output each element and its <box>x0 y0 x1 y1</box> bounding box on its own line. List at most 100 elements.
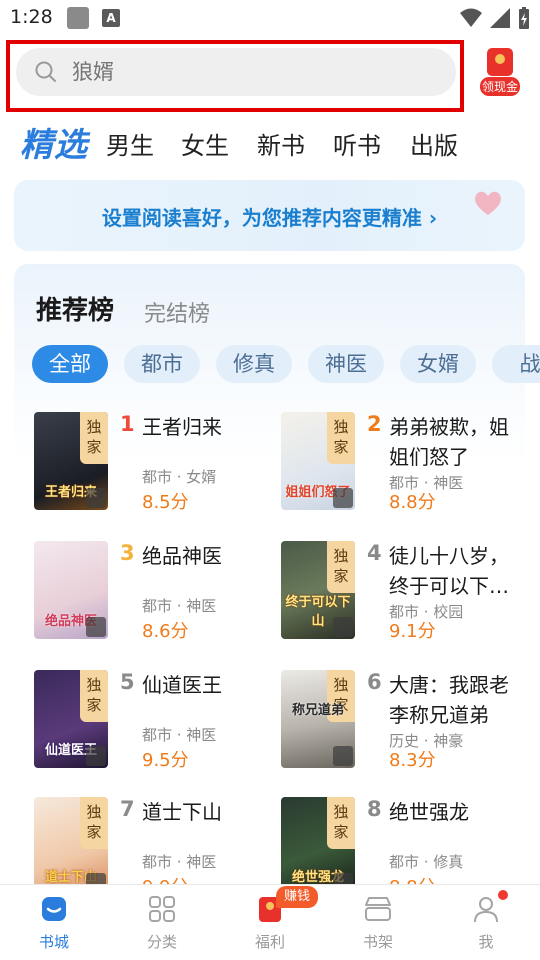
exclusive-tag: 独 家 <box>80 797 108 849</box>
rank-number: 8 <box>367 797 382 821</box>
headphones-icon <box>333 488 353 508</box>
nav-label: 书城 <box>38 933 69 951</box>
chip-miracle-doctor[interactable]: 神医 <box>308 345 384 383</box>
book-score: 8.5分 <box>142 492 189 513</box>
search-bar[interactable] <box>16 48 456 96</box>
system-icons <box>460 7 530 29</box>
book-genre: 都市 · 神医 <box>142 726 217 744</box>
exclusive-tag: 独 家 <box>80 412 108 464</box>
bookstore-icon <box>42 897 66 921</box>
signal-icon <box>490 8 510 28</box>
book-item-4[interactable]: 独 家 终于可以下山 4 徒儿十八岁，终于可以下… 都市 · 校园 9.1分 <box>281 541 521 651</box>
profile-icon <box>474 897 498 923</box>
tab-male[interactable]: 男生 <box>106 126 154 161</box>
book-title: 徒儿十八岁，终于可以下… <box>389 544 509 598</box>
tab-audio-books[interactable]: 听书 <box>333 126 381 161</box>
nav-profile[interactable]: 我 <box>446 885 526 960</box>
book-cover: 独 家 仙道医王 <box>34 670 108 768</box>
book-item-3[interactable]: 绝品神医 3 绝品神医 都市 · 神医 8.6分 <box>34 541 274 651</box>
book-cover: 独 家 王者归来 <box>34 412 108 510</box>
book-title: 弟弟被欺，姐姐们怒了 <box>389 415 509 469</box>
tab-featured[interactable]: 精选 <box>20 118 88 166</box>
nav-label: 书架 <box>362 933 393 951</box>
chip-war[interactable]: 战 <box>492 345 540 383</box>
book-genre: 都市 · 神医 <box>142 853 217 871</box>
notification-icon <box>67 7 89 29</box>
search-icon <box>35 61 56 82</box>
headphones-icon <box>86 617 106 637</box>
heart-icon <box>475 191 501 215</box>
earn-money-badge: 赚钱 <box>276 886 318 908</box>
book-item-1[interactable]: 独 家 王者归来 1 王者归来 都市 · 女婿 8.5分 <box>34 412 274 522</box>
preference-banner-text: 设置阅读喜好，为您推荐内容更精准 › <box>101 206 438 230</box>
book-score: 8.8分 <box>389 492 436 513</box>
red-envelope-icon <box>487 48 513 76</box>
genre-chips: 全部 都市 修真 神医 女婿 战 <box>32 345 540 385</box>
wifi-icon <box>460 8 482 27</box>
book-item-5[interactable]: 独 家 仙道医王 5 仙道医王 都市 · 神医 9.5分 <box>34 670 274 780</box>
rank-number: 7 <box>120 797 135 821</box>
a-icon: A <box>102 9 120 27</box>
headphones-icon <box>86 488 106 508</box>
search-input[interactable] <box>72 60 432 84</box>
notification-dot <box>496 888 510 902</box>
chip-cultivation[interactable]: 修真 <box>216 345 292 383</box>
book-cover: 独 家 道士下山 <box>34 797 108 895</box>
tab-new-books[interactable]: 新书 <box>257 126 305 161</box>
nav-category[interactable]: 分类 <box>122 885 202 960</box>
rank-number: 2 <box>367 412 382 436</box>
nav-label: 分类 <box>146 933 177 951</box>
chip-all[interactable]: 全部 <box>32 345 108 383</box>
headphones-icon <box>333 617 353 637</box>
status-time: 1:28 <box>10 6 53 28</box>
rank-number: 1 <box>120 412 135 436</box>
book-score: 8.6分 <box>142 621 189 642</box>
rank-number: 4 <box>367 541 382 565</box>
rank-number: 6 <box>367 670 382 694</box>
tab-publishing[interactable]: 出版 <box>410 126 458 161</box>
rank-number: 5 <box>120 670 135 694</box>
headphones-icon <box>333 746 353 766</box>
book-title: 大唐：我跟老李称兄道弟 <box>389 673 509 727</box>
cover-title: 称兄道弟 <box>291 703 344 718</box>
book-cover: 独 家 姐姐们怒了 <box>281 412 355 510</box>
category-icon <box>149 896 175 922</box>
book-title: 仙道医王 <box>142 673 222 697</box>
book-title: 绝世强龙 <box>389 800 469 824</box>
battery-icon <box>519 7 529 29</box>
nav-bookstore[interactable]: 书城 <box>14 885 94 960</box>
book-cover: 绝品神医 <box>34 541 108 639</box>
nav-label: 我 <box>478 933 494 951</box>
tab-female[interactable]: 女生 <box>181 126 229 161</box>
rank-number: 3 <box>120 541 135 565</box>
book-cover: 独 家 终于可以下山 <box>281 541 355 639</box>
book-score: 8.3分 <box>389 750 436 771</box>
get-cash-button[interactable]: 领现金 <box>475 48 525 96</box>
bottom-nav: 书城 分类 福利 书架 我 <box>0 884 540 960</box>
book-title: 王者归来 <box>142 415 222 439</box>
nav-label: 福利 <box>254 933 285 951</box>
book-score: 9.5分 <box>142 750 189 771</box>
book-genre: 都市 · 女婿 <box>142 468 217 486</box>
channel-tabs: 精选 男生 女生 新书 听书 出版 <box>20 118 520 164</box>
tab-recommend-rank[interactable]: 推荐榜 <box>36 290 114 327</box>
book-title: 道士下山 <box>142 800 222 824</box>
nav-bookshelf[interactable]: 书架 <box>338 885 418 960</box>
book-item-2[interactable]: 独 家 姐姐们怒了 2 弟弟被欺，姐姐们怒了 都市 · 神医 8.8分 <box>281 412 521 522</box>
book-title: 绝品神医 <box>142 544 222 568</box>
book-item-6[interactable]: 独 家 称兄道弟 6 大唐：我跟老李称兄道弟 历史 · 神豪 8.3分 <box>281 670 521 780</box>
get-cash-label: 领现金 <box>479 77 520 96</box>
book-score: 9.1分 <box>389 621 436 642</box>
exclusive-tag: 独 家 <box>327 412 355 464</box>
status-bar: 1:28 A <box>0 0 540 36</box>
tab-finished-rank[interactable]: 完结榜 <box>144 296 210 328</box>
chip-son-in-law[interactable]: 女婿 <box>400 345 476 383</box>
headphones-icon <box>86 746 106 766</box>
bookshelf-icon <box>365 897 391 921</box>
book-genre: 都市 · 神医 <box>142 597 217 615</box>
book-cover: 独 家 绝世强龙 <box>281 797 355 895</box>
preference-banner[interactable]: 设置阅读喜好，为您推荐内容更精准 › <box>14 180 525 251</box>
chip-urban[interactable]: 都市 <box>124 345 200 383</box>
exclusive-tag: 独 家 <box>327 541 355 593</box>
exclusive-tag: 独 家 <box>80 670 108 722</box>
